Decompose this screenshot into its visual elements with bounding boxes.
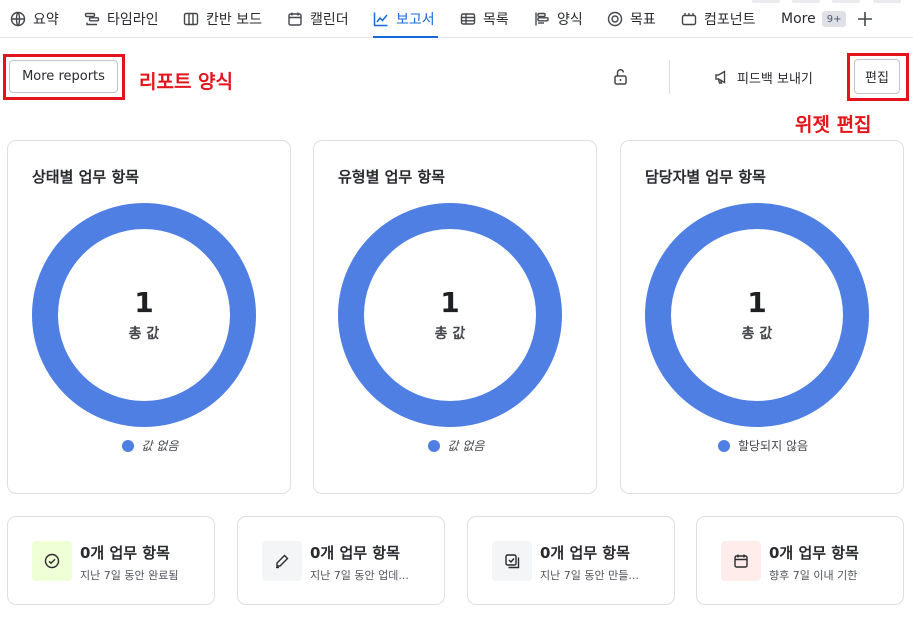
component-icon bbox=[681, 13, 697, 26]
donut-total: 1 bbox=[747, 286, 767, 319]
legend-label: 할당되지 않음 bbox=[737, 439, 809, 453]
widget-title: 상태별 업무 항목 bbox=[32, 168, 140, 186]
stat-icon-tile bbox=[721, 541, 761, 581]
widget-type-items[interactable]: 유형별 업무 항목 1 총 값 값 없음 bbox=[313, 140, 597, 494]
legend-dot bbox=[121, 439, 134, 452]
stat-title: 0개 업무 항목 bbox=[769, 544, 859, 562]
stat-title: 0개 업무 항목 bbox=[310, 544, 400, 562]
tab-summary[interactable]: 요약 bbox=[10, 0, 59, 38]
legend-dot bbox=[717, 439, 730, 452]
unlock-icon[interactable] bbox=[612, 68, 630, 86]
annotation-widget-edit: 위젯 편집 bbox=[795, 114, 872, 136]
chart-line-icon bbox=[373, 12, 388, 27]
more-count-badge: 9+ bbox=[821, 11, 847, 27]
feedback-label: 피드백 보내기 bbox=[737, 71, 813, 87]
add-task-icon bbox=[505, 554, 520, 569]
add-tab-icon[interactable] bbox=[855, 9, 875, 29]
stat-card-updated[interactable]: 0개 업무 항목 지난 7일 동안 업데... bbox=[237, 516, 445, 605]
stat-card-created[interactable]: 0개 업무 항목 지난 7일 동안 만들... bbox=[467, 516, 675, 605]
project-tab-bar: 요약 타임라인 칸반 보드 캘린더 보고서 목록 양식 목표 컴포넌트 More… bbox=[0, 0, 913, 38]
stat-card-due-soon[interactable]: 0개 업무 항목 향후 7일 이내 기한 bbox=[696, 516, 904, 605]
widget-title: 유형별 업무 항목 bbox=[338, 168, 446, 186]
tab-label: 타임라인 bbox=[107, 12, 159, 28]
tab-list[interactable]: 목록 bbox=[460, 0, 509, 38]
donut-total-label: 총 값 bbox=[434, 326, 466, 342]
donut-total: 1 bbox=[134, 286, 154, 319]
timeline-icon bbox=[84, 12, 100, 26]
annotation-report-template: 리포트 양식 bbox=[139, 71, 234, 93]
chart-legend: 값 없음 bbox=[314, 437, 598, 454]
tab-timeline[interactable]: 타임라인 bbox=[84, 0, 159, 38]
stat-title: 0개 업무 항목 bbox=[540, 544, 630, 562]
tab-label: 목표 bbox=[630, 12, 656, 28]
check-circle-icon bbox=[44, 553, 60, 569]
stat-subtitle: 향후 7일 이내 기한 bbox=[769, 569, 858, 582]
form-icon bbox=[535, 12, 549, 26]
calendar-icon bbox=[288, 12, 302, 26]
stat-card-completed[interactable]: 0개 업무 항목 지난 7일 동안 완료됨 bbox=[7, 516, 215, 605]
donut-total: 1 bbox=[440, 286, 460, 319]
legend-label: 값 없음 bbox=[141, 439, 179, 453]
legend-dot bbox=[427, 439, 440, 452]
donut-total-label: 총 값 bbox=[128, 326, 160, 342]
annotation-highlight-box bbox=[3, 54, 125, 100]
chart-legend: 할당되지 않음 bbox=[621, 437, 905, 454]
stat-subtitle: 지난 7일 동안 만들... bbox=[540, 569, 639, 582]
legend-label: 값 없음 bbox=[447, 439, 485, 453]
tab-components[interactable]: 컴포넌트 bbox=[681, 0, 756, 38]
tab-calendar[interactable]: 캘린더 bbox=[287, 0, 349, 38]
more-tabs-button[interactable]: More 9+ bbox=[781, 0, 847, 38]
tab-label: 컴포넌트 bbox=[704, 12, 756, 28]
calendar-icon bbox=[734, 554, 748, 568]
pencil-icon bbox=[276, 554, 289, 569]
stat-icon-tile bbox=[262, 541, 302, 581]
annotation-highlight-box bbox=[847, 53, 909, 101]
tab-label: 캘린더 bbox=[310, 12, 349, 28]
globe-icon bbox=[10, 11, 26, 27]
donut-total-label: 총 값 bbox=[741, 326, 773, 342]
send-feedback-button[interactable]: 피드백 보내기 bbox=[714, 60, 813, 94]
tab-label: 보고서 bbox=[396, 12, 435, 28]
tab-label: 요약 bbox=[33, 12, 59, 28]
stat-icon-tile bbox=[32, 541, 72, 581]
tab-goals[interactable]: 목표 bbox=[607, 0, 656, 38]
tab-label: 목록 bbox=[483, 12, 509, 28]
board-icon bbox=[183, 12, 199, 26]
goal-icon bbox=[607, 11, 623, 27]
tab-forms[interactable]: 양식 bbox=[534, 0, 583, 38]
tab-board[interactable]: 칸반 보드 bbox=[183, 0, 262, 38]
toolbar-divider bbox=[669, 60, 670, 94]
chart-legend: 값 없음 bbox=[8, 437, 292, 454]
tab-label: 양식 bbox=[557, 12, 583, 28]
stat-title: 0개 업무 항목 bbox=[80, 544, 170, 562]
stat-subtitle: 지난 7일 동안 업데... bbox=[310, 569, 409, 582]
widget-assignee-items[interactable]: 담당자별 업무 항목 1 총 값 할당되지 않음 bbox=[620, 140, 904, 494]
more-label: More bbox=[781, 11, 816, 27]
list-icon bbox=[460, 13, 476, 25]
widget-status-items[interactable]: 상태별 업무 항목 1 총 값 값 없음 bbox=[7, 140, 291, 494]
stat-subtitle: 지난 7일 동안 완료됨 bbox=[80, 569, 179, 582]
widget-title: 담당자별 업무 항목 bbox=[645, 168, 766, 186]
megaphone-icon bbox=[715, 70, 726, 84]
stat-icon-tile bbox=[492, 541, 532, 581]
tab-label: 칸반 보드 bbox=[206, 12, 262, 28]
tab-reports[interactable]: 보고서 bbox=[373, 0, 438, 38]
